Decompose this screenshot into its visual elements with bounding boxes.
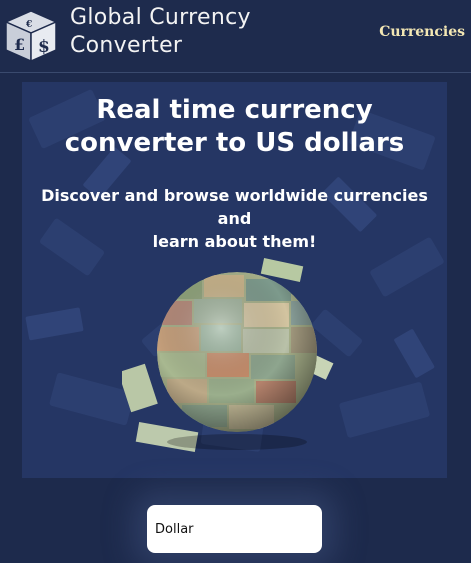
hero-banner: Real time currency converter to US dolla… <box>22 82 447 478</box>
nav-link-currencies[interactable]: Currencies <box>379 24 465 40</box>
site-title-line1: Global Currency <box>70 5 251 30</box>
site-title-line2: Converter <box>70 33 183 58</box>
hero-title-line2: converter to US dollars <box>64 128 405 158</box>
hero-title-line1: Real time currency <box>96 95 373 125</box>
svg-text:€: € <box>25 20 32 30</box>
hero-title: Real time currency converter to US dolla… <box>22 94 447 160</box>
svg-text:$: $ <box>38 37 50 57</box>
currency-dice-icon[interactable]: £ $ € <box>2 8 60 64</box>
hero-subtitle: Discover and browse worldwide currencies… <box>22 184 447 253</box>
money-globe-icon <box>122 258 334 453</box>
hero-subtitle-line2: learn about them! <box>152 232 317 251</box>
svg-text:£: £ <box>14 35 25 54</box>
currency-search-container <box>147 505 322 553</box>
site-title[interactable]: Global Currency Converter <box>70 4 251 60</box>
hero-subtitle-line1: Discover and browse worldwide currencies… <box>41 186 428 228</box>
site-header: £ $ € Global Currency Converter Currenci… <box>0 0 471 73</box>
currency-search-input[interactable] <box>147 505 322 553</box>
